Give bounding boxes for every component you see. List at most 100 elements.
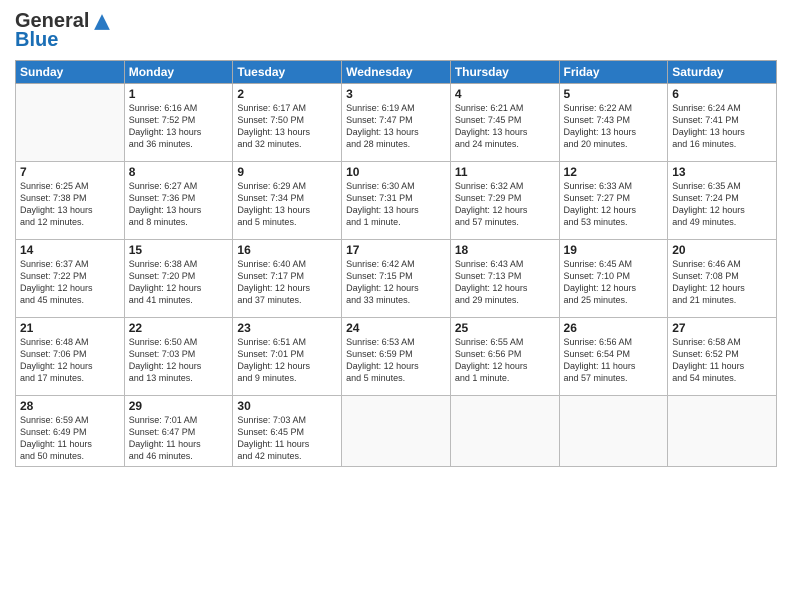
day-info: Sunrise: 6:24 AMSunset: 7:41 PMDaylight:… xyxy=(672,102,772,151)
day-header-tuesday: Tuesday xyxy=(233,61,342,84)
day-number: 8 xyxy=(129,165,229,179)
day-info: Sunrise: 6:53 AMSunset: 6:59 PMDaylight:… xyxy=(346,336,446,385)
calendar-table: SundayMondayTuesdayWednesdayThursdayFrid… xyxy=(15,60,777,467)
week-row-3: 14Sunrise: 6:37 AMSunset: 7:22 PMDayligh… xyxy=(16,240,777,318)
day-number: 21 xyxy=(20,321,120,335)
day-number: 16 xyxy=(237,243,337,257)
day-number: 30 xyxy=(237,399,337,413)
day-info: Sunrise: 6:33 AMSunset: 7:27 PMDaylight:… xyxy=(564,180,664,229)
day-number: 18 xyxy=(455,243,555,257)
day-cell xyxy=(16,84,125,162)
days-header-row: SundayMondayTuesdayWednesdayThursdayFrid… xyxy=(16,61,777,84)
day-info: Sunrise: 6:22 AMSunset: 7:43 PMDaylight:… xyxy=(564,102,664,151)
day-header-monday: Monday xyxy=(124,61,233,84)
week-row-5: 28Sunrise: 6:59 AMSunset: 6:49 PMDayligh… xyxy=(16,396,777,467)
day-cell: 21Sunrise: 6:48 AMSunset: 7:06 PMDayligh… xyxy=(16,318,125,396)
day-cell xyxy=(342,396,451,467)
day-info: Sunrise: 6:37 AMSunset: 7:22 PMDaylight:… xyxy=(20,258,120,307)
day-cell: 28Sunrise: 6:59 AMSunset: 6:49 PMDayligh… xyxy=(16,396,125,467)
day-cell: 16Sunrise: 6:40 AMSunset: 7:17 PMDayligh… xyxy=(233,240,342,318)
day-cell: 14Sunrise: 6:37 AMSunset: 7:22 PMDayligh… xyxy=(16,240,125,318)
day-number: 7 xyxy=(20,165,120,179)
logo-icon xyxy=(91,11,113,33)
day-info: Sunrise: 6:45 AMSunset: 7:10 PMDaylight:… xyxy=(564,258,664,307)
day-info: Sunrise: 6:55 AMSunset: 6:56 PMDaylight:… xyxy=(455,336,555,385)
day-number: 25 xyxy=(455,321,555,335)
day-cell: 18Sunrise: 6:43 AMSunset: 7:13 PMDayligh… xyxy=(450,240,559,318)
day-number: 26 xyxy=(564,321,664,335)
day-number: 27 xyxy=(672,321,772,335)
day-info: Sunrise: 6:38 AMSunset: 7:20 PMDaylight:… xyxy=(129,258,229,307)
day-cell: 6Sunrise: 6:24 AMSunset: 7:41 PMDaylight… xyxy=(668,84,777,162)
day-header-saturday: Saturday xyxy=(668,61,777,84)
day-info: Sunrise: 6:40 AMSunset: 7:17 PMDaylight:… xyxy=(237,258,337,307)
logo: General Blue xyxy=(15,10,113,52)
day-number: 13 xyxy=(672,165,772,179)
day-info: Sunrise: 6:48 AMSunset: 7:06 PMDaylight:… xyxy=(20,336,120,385)
day-info: Sunrise: 6:43 AMSunset: 7:13 PMDaylight:… xyxy=(455,258,555,307)
day-cell: 27Sunrise: 6:58 AMSunset: 6:52 PMDayligh… xyxy=(668,318,777,396)
day-info: Sunrise: 6:32 AMSunset: 7:29 PMDaylight:… xyxy=(455,180,555,229)
day-info: Sunrise: 6:42 AMSunset: 7:15 PMDaylight:… xyxy=(346,258,446,307)
day-cell: 9Sunrise: 6:29 AMSunset: 7:34 PMDaylight… xyxy=(233,162,342,240)
page-header: General Blue xyxy=(15,10,777,52)
day-cell: 15Sunrise: 6:38 AMSunset: 7:20 PMDayligh… xyxy=(124,240,233,318)
day-info: Sunrise: 6:56 AMSunset: 6:54 PMDaylight:… xyxy=(564,336,664,385)
day-cell: 2Sunrise: 6:17 AMSunset: 7:50 PMDaylight… xyxy=(233,84,342,162)
day-cell: 12Sunrise: 6:33 AMSunset: 7:27 PMDayligh… xyxy=(559,162,668,240)
day-header-wednesday: Wednesday xyxy=(342,61,451,84)
day-cell xyxy=(559,396,668,467)
day-number: 10 xyxy=(346,165,446,179)
day-number: 29 xyxy=(129,399,229,413)
day-cell: 7Sunrise: 6:25 AMSunset: 7:38 PMDaylight… xyxy=(16,162,125,240)
day-cell: 19Sunrise: 6:45 AMSunset: 7:10 PMDayligh… xyxy=(559,240,668,318)
day-cell: 30Sunrise: 7:03 AMSunset: 6:45 PMDayligh… xyxy=(233,396,342,467)
day-number: 14 xyxy=(20,243,120,257)
week-row-2: 7Sunrise: 6:25 AMSunset: 7:38 PMDaylight… xyxy=(16,162,777,240)
day-cell: 11Sunrise: 6:32 AMSunset: 7:29 PMDayligh… xyxy=(450,162,559,240)
day-cell: 22Sunrise: 6:50 AMSunset: 7:03 PMDayligh… xyxy=(124,318,233,396)
day-info: Sunrise: 6:29 AMSunset: 7:34 PMDaylight:… xyxy=(237,180,337,229)
day-cell: 3Sunrise: 6:19 AMSunset: 7:47 PMDaylight… xyxy=(342,84,451,162)
day-number: 11 xyxy=(455,165,555,179)
day-cell: 24Sunrise: 6:53 AMSunset: 6:59 PMDayligh… xyxy=(342,318,451,396)
day-number: 3 xyxy=(346,87,446,101)
day-number: 12 xyxy=(564,165,664,179)
day-cell: 8Sunrise: 6:27 AMSunset: 7:36 PMDaylight… xyxy=(124,162,233,240)
day-info: Sunrise: 6:25 AMSunset: 7:38 PMDaylight:… xyxy=(20,180,120,229)
day-number: 5 xyxy=(564,87,664,101)
week-row-1: 1Sunrise: 6:16 AMSunset: 7:52 PMDaylight… xyxy=(16,84,777,162)
day-number: 28 xyxy=(20,399,120,413)
day-cell: 13Sunrise: 6:35 AMSunset: 7:24 PMDayligh… xyxy=(668,162,777,240)
day-header-friday: Friday xyxy=(559,61,668,84)
day-info: Sunrise: 6:35 AMSunset: 7:24 PMDaylight:… xyxy=(672,180,772,229)
day-info: Sunrise: 6:58 AMSunset: 6:52 PMDaylight:… xyxy=(672,336,772,385)
day-cell: 4Sunrise: 6:21 AMSunset: 7:45 PMDaylight… xyxy=(450,84,559,162)
day-number: 15 xyxy=(129,243,229,257)
day-cell xyxy=(668,396,777,467)
day-number: 17 xyxy=(346,243,446,257)
day-number: 20 xyxy=(672,243,772,257)
day-cell: 5Sunrise: 6:22 AMSunset: 7:43 PMDaylight… xyxy=(559,84,668,162)
day-cell: 29Sunrise: 7:01 AMSunset: 6:47 PMDayligh… xyxy=(124,396,233,467)
day-header-thursday: Thursday xyxy=(450,61,559,84)
day-number: 24 xyxy=(346,321,446,335)
day-cell: 1Sunrise: 6:16 AMSunset: 7:52 PMDaylight… xyxy=(124,84,233,162)
day-cell: 10Sunrise: 6:30 AMSunset: 7:31 PMDayligh… xyxy=(342,162,451,240)
day-info: Sunrise: 6:16 AMSunset: 7:52 PMDaylight:… xyxy=(129,102,229,151)
day-number: 4 xyxy=(455,87,555,101)
day-cell: 25Sunrise: 6:55 AMSunset: 6:56 PMDayligh… xyxy=(450,318,559,396)
day-number: 22 xyxy=(129,321,229,335)
day-info: Sunrise: 6:17 AMSunset: 7:50 PMDaylight:… xyxy=(237,102,337,151)
week-row-4: 21Sunrise: 6:48 AMSunset: 7:06 PMDayligh… xyxy=(16,318,777,396)
day-info: Sunrise: 6:21 AMSunset: 7:45 PMDaylight:… xyxy=(455,102,555,151)
day-info: Sunrise: 7:03 AMSunset: 6:45 PMDaylight:… xyxy=(237,414,337,463)
day-number: 6 xyxy=(672,87,772,101)
day-info: Sunrise: 6:51 AMSunset: 7:01 PMDaylight:… xyxy=(237,336,337,385)
day-number: 19 xyxy=(564,243,664,257)
day-info: Sunrise: 6:59 AMSunset: 6:49 PMDaylight:… xyxy=(20,414,120,463)
day-header-sunday: Sunday xyxy=(16,61,125,84)
day-info: Sunrise: 6:19 AMSunset: 7:47 PMDaylight:… xyxy=(346,102,446,151)
day-number: 1 xyxy=(129,87,229,101)
day-cell: 17Sunrise: 6:42 AMSunset: 7:15 PMDayligh… xyxy=(342,240,451,318)
